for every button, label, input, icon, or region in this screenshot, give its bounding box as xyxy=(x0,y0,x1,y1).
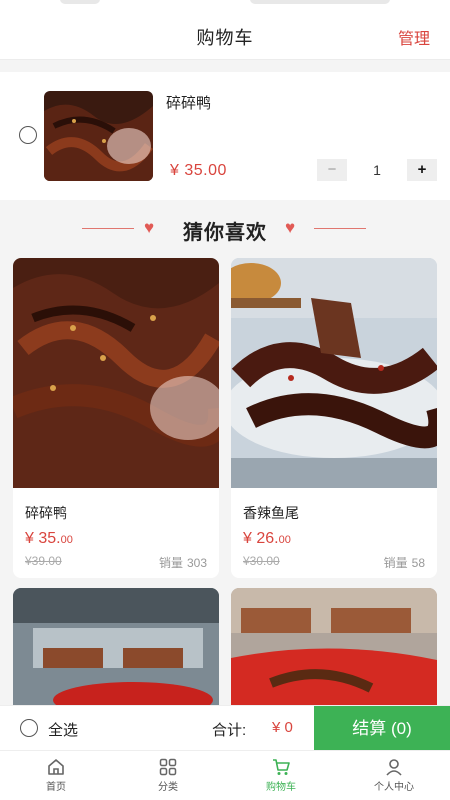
product-image[interactable] xyxy=(231,258,437,488)
quantity-stepper: − 1 + xyxy=(317,159,437,181)
select-all-radio[interactable] xyxy=(20,719,38,737)
price-main: ¥ 35. xyxy=(25,530,61,547)
product-name[interactable]: 碎碎鸭 xyxy=(25,503,67,523)
increase-quantity-button[interactable]: + xyxy=(407,159,437,181)
price-decimal: 00 xyxy=(278,534,291,546)
product-image[interactable] xyxy=(44,91,153,181)
product-card[interactable]: 香辣鱼尾 ¥ 26.00 ¥30.00 销量 58 xyxy=(231,258,437,578)
section-title: 猜你喜欢 xyxy=(183,222,267,244)
top-navbar: 购物车 管理 xyxy=(0,12,450,60)
home-icon xyxy=(48,759,64,775)
price-main: ¥ 26. xyxy=(243,530,279,547)
sales-label: 销量 xyxy=(158,556,183,570)
cart-item: 碎碎鸭 ¥ 35.00 − 1 + xyxy=(0,72,450,200)
product-image[interactable] xyxy=(13,258,219,488)
original-price: ¥39.00 xyxy=(25,554,62,568)
status-indicator xyxy=(250,0,390,4)
product-card[interactable] xyxy=(231,588,437,705)
divider xyxy=(314,228,366,229)
total-label: 合计: xyxy=(212,722,247,739)
tab-label: 首页 xyxy=(46,782,66,793)
heart-icon: ♥ xyxy=(285,218,296,237)
tab-cart[interactable]: 购物车 xyxy=(225,755,337,793)
tab-label: 个人中心 xyxy=(374,782,414,793)
select-item-radio[interactable] xyxy=(19,126,37,144)
decrease-quantity-button[interactable]: − xyxy=(317,159,347,181)
product-card[interactable] xyxy=(13,588,219,705)
status-bar xyxy=(0,0,450,12)
tab-category[interactable]: 分类 xyxy=(112,755,224,793)
product-card[interactable]: 碎碎鸭 ¥ 35.00 ¥39.00 销量 303 xyxy=(13,258,219,578)
sales-count: 销量 58 xyxy=(380,554,425,571)
product-price: ¥ 35.00 xyxy=(25,530,73,548)
tab-label: 分类 xyxy=(158,782,178,793)
manage-button[interactable]: 管理 xyxy=(398,25,430,49)
sales-value: 58 xyxy=(411,556,425,570)
checkout-button[interactable]: 结算 (0) xyxy=(314,706,450,751)
category-grid-icon xyxy=(159,758,177,776)
select-all-label[interactable]: 全选 xyxy=(48,719,78,740)
tab-profile[interactable]: 个人中心 xyxy=(338,755,450,793)
original-price: ¥30.00 xyxy=(243,554,280,568)
bottom-tabbar: 首页 分类 购物车 个人中心 xyxy=(0,750,450,800)
product-image[interactable] xyxy=(231,588,437,705)
cart-item-price: ¥ 35.00 xyxy=(170,162,227,179)
user-icon xyxy=(386,759,402,776)
checkout-bar: 全选 合计: ¥ 0 结算 (0) xyxy=(0,705,450,751)
tab-home[interactable]: 首页 xyxy=(0,755,112,793)
product-image[interactable] xyxy=(13,588,219,705)
quantity-value[interactable]: 1 xyxy=(357,159,397,181)
recommend-section-header: ♥ 猜你喜欢 ♥ xyxy=(0,210,450,250)
sales-label: 销量 xyxy=(383,556,408,570)
product-name[interactable]: 香辣鱼尾 xyxy=(243,503,299,523)
cart-icon xyxy=(273,759,290,775)
sales-count: 销量 303 xyxy=(155,554,207,571)
product-price: ¥ 26.00 xyxy=(243,530,291,548)
page-title: 购物车 xyxy=(196,28,254,48)
sales-value: 303 xyxy=(186,556,207,570)
total-value: ¥ 0 xyxy=(272,719,293,736)
tab-label: 购物车 xyxy=(266,782,296,793)
status-indicator xyxy=(60,0,100,4)
cart-item-name[interactable]: 碎碎鸭 xyxy=(166,92,211,113)
price-decimal: 00 xyxy=(60,534,73,546)
